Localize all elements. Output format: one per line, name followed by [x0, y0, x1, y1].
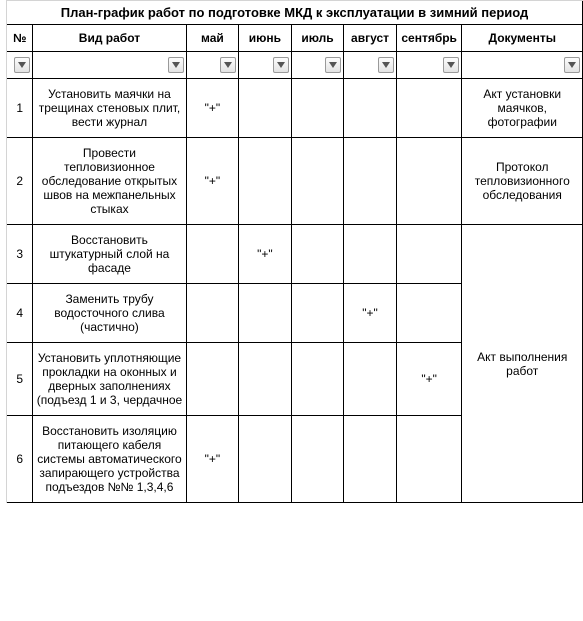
cell-sep [396, 79, 462, 138]
cell-sep [396, 416, 462, 503]
cell-sep [396, 225, 462, 284]
cell-work: Установить маячки на трещинах стеновых п… [33, 79, 186, 138]
filter-button-jul[interactable] [325, 57, 341, 73]
cell-work: Заменить трубу водосточного слива (части… [33, 284, 186, 343]
cell-jun: "+" [239, 225, 292, 284]
cell-jun [239, 343, 292, 416]
filter-button-doc[interactable] [564, 57, 580, 73]
header-row: № Вид работ май июнь июль август сентябр… [0, 25, 583, 52]
filter-button-sep[interactable] [443, 57, 459, 73]
col-header-may: май [186, 25, 239, 52]
cell-aug [344, 343, 397, 416]
cell-may [186, 284, 239, 343]
cell-num: 6 [7, 416, 33, 503]
cell-sep [396, 284, 462, 343]
cell-may: "+" [186, 138, 239, 225]
cell-doc: Акт выполнения работ [462, 225, 583, 503]
cell-num: 5 [7, 343, 33, 416]
filter-button-work[interactable] [168, 57, 184, 73]
cell-jul [291, 284, 344, 343]
col-header-work: Вид работ [33, 25, 186, 52]
filter-row [0, 52, 583, 79]
cell-may [186, 343, 239, 416]
cell-num: 2 [7, 138, 33, 225]
cell-jul [291, 79, 344, 138]
cell-doc: Акт установки маячков, фотографии [462, 79, 583, 138]
cell-sep [396, 138, 462, 225]
schedule-table: План-график работ по подготовке МКД к эк… [0, 0, 583, 503]
cell-work: Провести тепловизионное обследование отк… [33, 138, 186, 225]
cell-num: 4 [7, 284, 33, 343]
filter-button-aug[interactable] [378, 57, 394, 73]
filter-button-may[interactable] [220, 57, 236, 73]
cell-jul [291, 138, 344, 225]
col-header-jul: июль [291, 25, 344, 52]
cell-jun [239, 138, 292, 225]
cell-aug [344, 416, 397, 503]
table-row: 1Установить маячки на трещинах стеновых … [0, 79, 583, 138]
cell-jul [291, 225, 344, 284]
cell-may: "+" [186, 416, 239, 503]
cell-aug [344, 225, 397, 284]
col-header-doc: Документы [462, 25, 583, 52]
cell-may: "+" [186, 79, 239, 138]
cell-doc: Протокол тепловизионного обследования [462, 138, 583, 225]
filter-button-jun[interactable] [273, 57, 289, 73]
cell-aug [344, 138, 397, 225]
cell-work: Установить уплотняющие прокладки на окон… [33, 343, 186, 416]
col-header-num: № [7, 25, 33, 52]
col-header-aug: август [344, 25, 397, 52]
cell-jul [291, 343, 344, 416]
cell-jun [239, 284, 292, 343]
filter-button-num[interactable] [14, 57, 30, 73]
cell-jul [291, 416, 344, 503]
cell-aug: "+" [344, 284, 397, 343]
table-row: 2Провести тепловизионное обследование от… [0, 138, 583, 225]
cell-work: Восстановить штукатурный слой на фасаде [33, 225, 186, 284]
cell-sep: "+" [396, 343, 462, 416]
col-header-jun: июнь [239, 25, 292, 52]
page-title: План-график работ по подготовке МКД к эк… [7, 1, 583, 25]
cell-aug [344, 79, 397, 138]
cell-may [186, 225, 239, 284]
cell-num: 1 [7, 79, 33, 138]
col-header-sep: сентябрь [396, 25, 462, 52]
cell-jun [239, 416, 292, 503]
cell-jun [239, 79, 292, 138]
cell-work: Восстановить изоляцию питающего кабеля с… [33, 416, 186, 503]
cell-num: 3 [7, 225, 33, 284]
table-row: 3Восстановить штукатурный слой на фасаде… [0, 225, 583, 284]
